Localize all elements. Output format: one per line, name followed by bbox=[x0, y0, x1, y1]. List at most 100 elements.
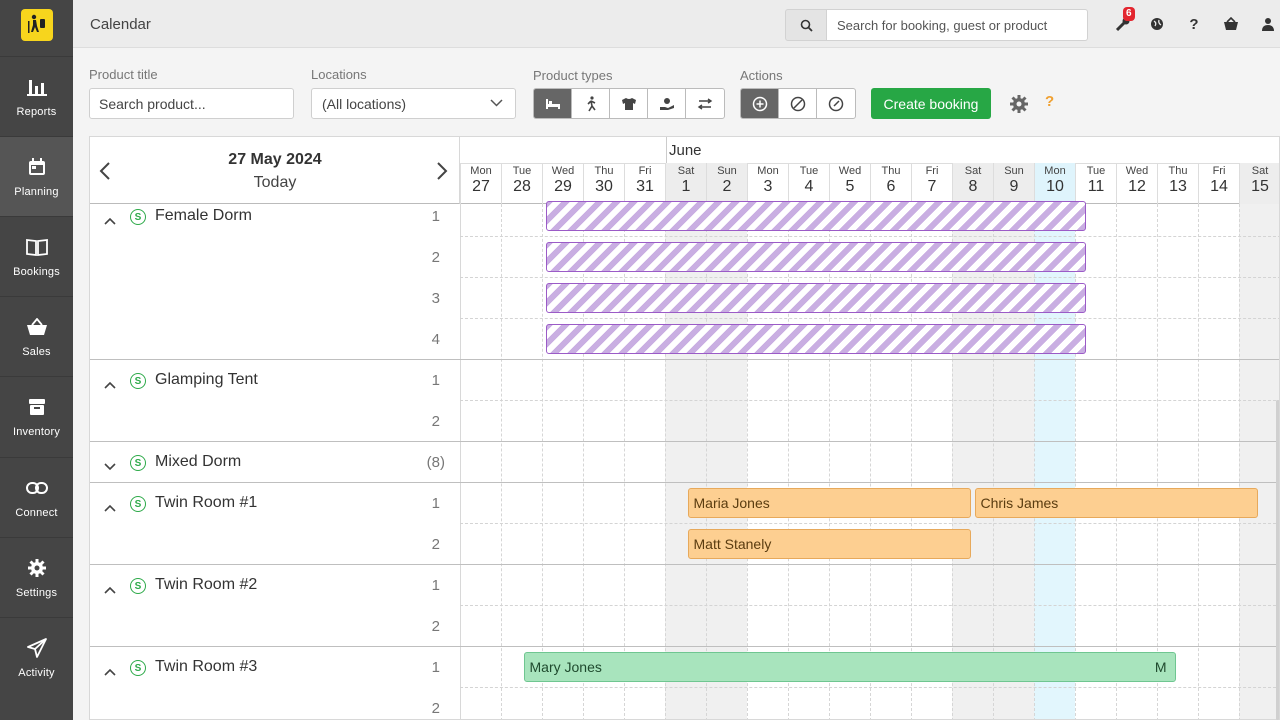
today-button[interactable]: Today bbox=[90, 174, 460, 192]
clock-icon bbox=[828, 96, 844, 111]
day-column[interactable] bbox=[501, 204, 542, 719]
sidebar-item-reports[interactable]: Reports bbox=[0, 56, 73, 136]
search-icon bbox=[800, 19, 813, 32]
create-booking-button[interactable]: Create booking bbox=[871, 88, 991, 119]
day-number: 4 bbox=[804, 178, 814, 195]
day-header: Wed 12 bbox=[1116, 163, 1157, 204]
blocked-period[interactable] bbox=[546, 242, 1086, 272]
day-column[interactable] bbox=[1198, 204, 1239, 719]
gear-icon bbox=[1010, 95, 1028, 113]
booking-calendar: 27 May 2024 Today June Mon 27 Tue 28 Wed 29 Th… bbox=[89, 136, 1280, 720]
service-s-icon: S bbox=[130, 209, 146, 225]
product-search-input[interactable] bbox=[89, 88, 294, 119]
locations-select[interactable]: (All locations) bbox=[311, 88, 516, 119]
unit-divider bbox=[460, 523, 1279, 524]
day-number: 9 bbox=[1009, 178, 1019, 195]
day-number: 12 bbox=[1128, 178, 1146, 195]
product-group-name[interactable]: Mixed Dorm bbox=[155, 453, 241, 471]
day-column[interactable] bbox=[829, 204, 870, 719]
actions-group bbox=[740, 88, 856, 119]
product-group-name[interactable]: Twin Room #2 bbox=[155, 576, 257, 594]
day-column[interactable] bbox=[788, 204, 829, 719]
chevron-right-icon[interactable] bbox=[436, 161, 448, 181]
search-button[interactable] bbox=[785, 9, 827, 41]
user-icon[interactable] bbox=[1258, 14, 1278, 34]
day-column[interactable] bbox=[870, 204, 911, 719]
chevron-up-icon[interactable] bbox=[104, 663, 116, 681]
group-divider bbox=[90, 646, 1279, 647]
chevron-up-icon[interactable] bbox=[104, 212, 116, 230]
day-number: 11 bbox=[1087, 178, 1105, 195]
global-search-input[interactable] bbox=[827, 9, 1088, 41]
day-header: Thu 30 bbox=[583, 163, 624, 204]
sidebar: Reports Planning Bookings Sales Inventor… bbox=[0, 0, 73, 720]
scrollbar[interactable] bbox=[1276, 400, 1279, 720]
day-column[interactable] bbox=[542, 204, 583, 719]
product-type-clothing-button[interactable] bbox=[610, 89, 648, 118]
globe-icon[interactable] bbox=[1147, 14, 1167, 34]
day-header: Wed 29 bbox=[542, 163, 583, 204]
booking-bar[interactable]: Chris James bbox=[974, 488, 1258, 518]
product-group-name[interactable]: Glamping Tent bbox=[155, 371, 258, 389]
help-icon[interactable]: ? bbox=[1184, 14, 1204, 34]
group-divider bbox=[90, 564, 1279, 565]
unit-number: 2 bbox=[431, 618, 440, 635]
booking-bar[interactable]: Matt Stanely bbox=[687, 529, 971, 559]
day-column[interactable] bbox=[706, 204, 747, 719]
gear-icon bbox=[26, 557, 48, 579]
app-logo[interactable] bbox=[21, 9, 53, 41]
day-column[interactable] bbox=[583, 204, 624, 719]
chevron-up-icon[interactable] bbox=[104, 581, 116, 599]
action-time-button[interactable] bbox=[817, 89, 855, 118]
day-column[interactable] bbox=[1075, 204, 1116, 719]
month-label: June bbox=[669, 142, 702, 159]
sidebar-item-connect[interactable]: Connect bbox=[0, 457, 73, 537]
booking-guest-name: Chris James bbox=[980, 495, 1059, 511]
blocked-period[interactable] bbox=[546, 201, 1086, 231]
actions-label: Actions bbox=[740, 68, 783, 83]
blocked-period[interactable] bbox=[546, 283, 1086, 313]
day-column[interactable] bbox=[1239, 204, 1279, 719]
sidebar-item-activity[interactable]: Activity bbox=[0, 617, 73, 697]
day-of-week: Wed bbox=[838, 165, 862, 177]
day-column[interactable] bbox=[1116, 204, 1157, 719]
sidebar-item-sales[interactable]: Sales bbox=[0, 296, 73, 376]
chevron-up-icon[interactable] bbox=[104, 376, 116, 394]
product-group-name[interactable]: Twin Room #3 bbox=[155, 658, 257, 676]
day-column[interactable] bbox=[911, 204, 952, 719]
booking-bar[interactable]: Maria Jones bbox=[687, 488, 971, 518]
day-column[interactable] bbox=[460, 204, 501, 719]
sidebar-item-inventory[interactable]: Inventory bbox=[0, 376, 73, 456]
day-column[interactable] bbox=[665, 204, 706, 719]
calendar-settings-button[interactable] bbox=[1009, 94, 1029, 119]
day-column[interactable] bbox=[993, 204, 1034, 719]
booking-bar[interactable]: Mary Jones M bbox=[523, 652, 1176, 682]
action-add-button[interactable] bbox=[741, 89, 779, 118]
sidebar-item-bookings[interactable]: Bookings bbox=[0, 216, 73, 296]
product-group-name[interactable]: Female Dorm bbox=[155, 207, 252, 225]
product-type-activity-button[interactable] bbox=[572, 89, 610, 118]
day-column[interactable] bbox=[624, 204, 665, 719]
service-s-icon: S bbox=[130, 373, 146, 389]
action-block-button[interactable] bbox=[779, 89, 817, 118]
unit-divider bbox=[460, 318, 1279, 319]
day-column[interactable] bbox=[1157, 204, 1198, 719]
sidebar-item-planning[interactable]: Planning bbox=[0, 136, 73, 216]
product-group-name[interactable]: Twin Room #1 bbox=[155, 494, 257, 512]
basket-icon[interactable] bbox=[1221, 14, 1241, 34]
chevron-down-icon[interactable] bbox=[104, 458, 116, 476]
sidebar-item-settings[interactable]: Settings bbox=[0, 537, 73, 617]
product-type-bed-button[interactable] bbox=[534, 89, 572, 118]
day-column[interactable] bbox=[1034, 204, 1075, 719]
chevron-up-icon[interactable] bbox=[104, 499, 116, 517]
product-type-service-button[interactable] bbox=[648, 89, 686, 118]
blocked-period[interactable] bbox=[546, 324, 1086, 354]
toolbar-help-icon[interactable]: ? bbox=[1045, 93, 1054, 110]
book-icon bbox=[25, 236, 48, 258]
day-column[interactable] bbox=[747, 204, 788, 719]
unit-number: 1 bbox=[431, 659, 440, 676]
day-of-week: Thu bbox=[1168, 165, 1188, 177]
link-icon bbox=[25, 477, 48, 499]
product-type-transfer-button[interactable] bbox=[686, 89, 724, 118]
day-column[interactable] bbox=[952, 204, 993, 719]
